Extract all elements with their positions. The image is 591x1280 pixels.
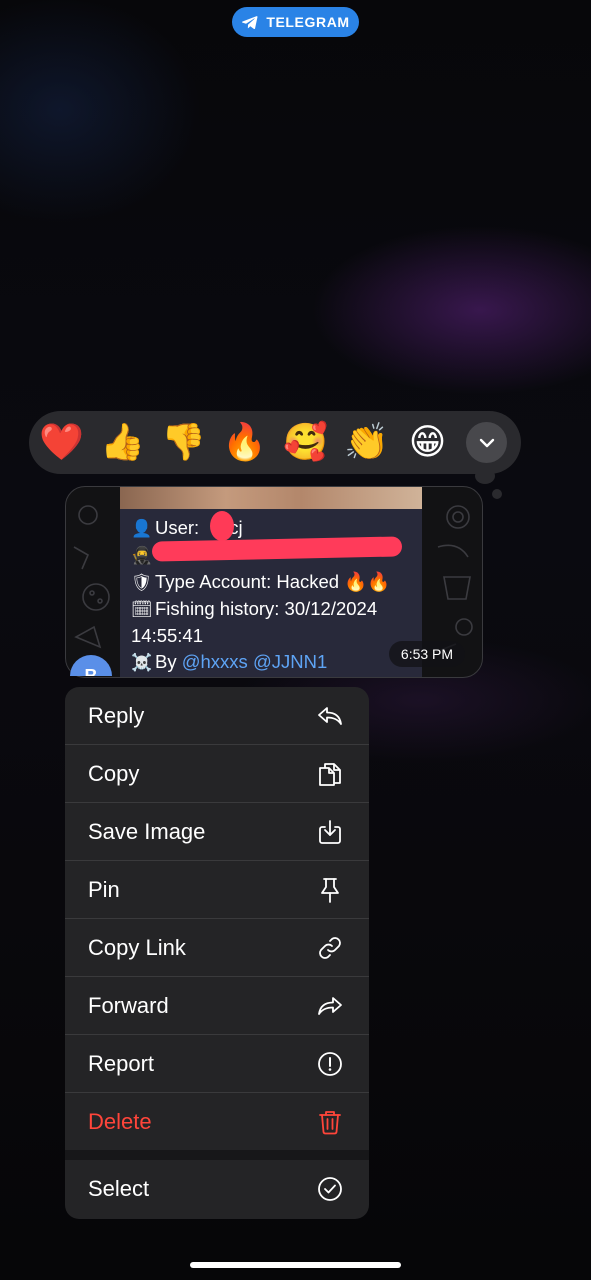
message-timestamp: 6:53 PM [389,641,465,667]
save-image-label: Save Image [88,818,206,844]
message-line-type: 🛡 Type Account: Hacked 🔥🔥 [131,569,421,596]
redaction-mark [210,511,234,541]
copy-link-menu-item[interactable]: Copy Link [65,919,369,977]
copy-menu-item[interactable]: Copy [65,745,369,803]
reply-menu-item[interactable]: Reply [65,687,369,745]
check-circle-icon [318,1176,342,1201]
delete-menu-item[interactable]: Delete [65,1093,369,1150]
ninja-icon: 🥷 [131,546,153,566]
message-line-history: 🗓 Fishing history: 30/12/2024 [131,596,421,623]
delete-label: Delete [88,1108,152,1134]
save-image-menu-item[interactable]: Save Image [65,803,369,861]
mention-link-jjnn1[interactable]: @JJNN1 [253,651,327,672]
chevron-down-icon [479,438,494,447]
select-menu-item[interactable]: Select [65,1160,369,1217]
pin-menu-item[interactable]: Pin [65,861,369,919]
reaction-tail-dot-small [492,489,502,499]
reply-label: Reply [88,702,145,728]
telegram-badge: TELEGRAM [232,7,359,37]
telegram-badge-label: TELEGRAM [266,14,350,30]
forward-label: Forward [88,992,169,1018]
message-photo[interactable] [120,487,422,509]
copy-label: Copy [88,760,140,786]
forward-icon [318,996,342,1015]
download-icon [319,819,341,844]
shield-icon: 🛡 [131,573,153,593]
reply-icon [318,706,342,725]
pin-label: Pin [88,876,120,902]
report-label: Report [88,1050,155,1076]
copy-icon [319,762,341,786]
message-line-time: 14:55:41 [131,625,204,646]
trash-icon [319,1110,341,1134]
skull-crossbones-icon: ☠️ [131,653,153,673]
thumbs-up-reaction[interactable]: 👍 [92,411,153,474]
select-label: Select [88,1175,150,1201]
copy-link-label: Copy Link [88,934,186,960]
report-menu-item[interactable]: Report [65,1035,369,1093]
context-menu: Reply Copy Save Image Pin Copy Link Forw… [65,687,369,1219]
pin-icon [321,877,339,903]
message-line-by: ☠️ By @hxxxs @JJNN1 [131,649,421,676]
heart-reaction[interactable]: ❤️ [31,411,92,474]
calendar-icon: 🗓 [131,600,153,620]
forward-menu-item[interactable]: Forward [65,977,369,1035]
link-icon [319,936,341,959]
smiling-hearts-reaction[interactable]: 🥰 [275,411,336,474]
fire-reaction[interactable]: 🔥 [214,411,275,474]
telegram-plane-icon [242,16,258,30]
menu-separator [65,1150,369,1160]
thumbs-down-reaction[interactable]: 👎 [153,411,214,474]
grinning-reaction[interactable]: 😁 [397,411,458,474]
clapping-reaction[interactable]: 👏 [336,411,397,474]
more-reactions-button[interactable] [466,422,507,463]
home-indicator[interactable] [190,1262,401,1268]
mention-link-hxxxs[interactable]: @hxxxs [182,651,248,672]
user-icon: 👤 [131,519,153,539]
exclamation-circle-icon [318,1051,342,1076]
reaction-tail-dot [475,468,495,484]
reaction-picker: ❤️ 👍 👎 🔥 🥰 👏 😁 [29,411,521,474]
message-bubble[interactable]: 👤 User: cj 🥷 🛡 Type Account: Hacked 🔥🔥 🗓 Fis… [120,487,422,677]
